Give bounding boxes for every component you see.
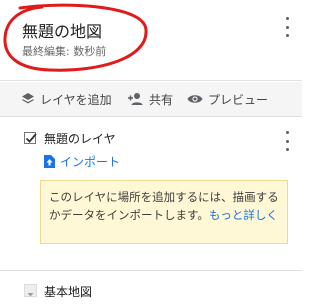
layers-icon <box>22 93 34 104</box>
share-label: 共有 <box>149 92 174 107</box>
checkmark-icon <box>25 133 37 143</box>
divider <box>0 270 302 271</box>
add-layer-button[interactable]: レイヤを追加 <box>21 82 112 116</box>
preview-button[interactable]: プレビュー <box>187 82 268 116</box>
import-link[interactable]: インポート <box>44 153 120 170</box>
file-upload-icon <box>44 155 55 168</box>
share-button[interactable]: 共有 <box>128 82 173 116</box>
import-label: インポート <box>60 155 121 169</box>
tip-text: このレイヤに場所を追加するには、描画するかデータをインポートします。もっと詳しく <box>49 188 281 224</box>
add-layer-label: レイヤを追加 <box>40 92 112 107</box>
empty-layer-tip: このレイヤに場所を追加するには、描画するかデータをインポートします。もっと詳しく <box>40 180 288 244</box>
preview-label: プレビュー <box>208 92 269 107</box>
divider <box>0 80 302 81</box>
chevron-down-icon <box>27 293 34 297</box>
map-title[interactable]: 無題の地図 <box>22 18 102 42</box>
learn-more-link[interactable]: もっと詳しく <box>209 208 278 222</box>
eye-icon <box>187 95 203 103</box>
more-options-icon[interactable] <box>282 14 292 37</box>
last-edited-status: 最終編集: 数秒前 <box>22 45 107 58</box>
divider <box>0 116 302 117</box>
layer-toolbar: レイヤを追加 共有 プレビュー <box>0 82 302 116</box>
layer-name[interactable]: 無題のレイヤ <box>44 130 116 147</box>
layer-visibility-checkbox[interactable] <box>24 132 37 144</box>
layer-options-icon[interactable] <box>282 128 292 151</box>
basemap-expand-toggle[interactable] <box>24 284 37 297</box>
person-add-icon <box>128 93 143 105</box>
basemap-label[interactable]: 基本地図 <box>44 283 92 300</box>
